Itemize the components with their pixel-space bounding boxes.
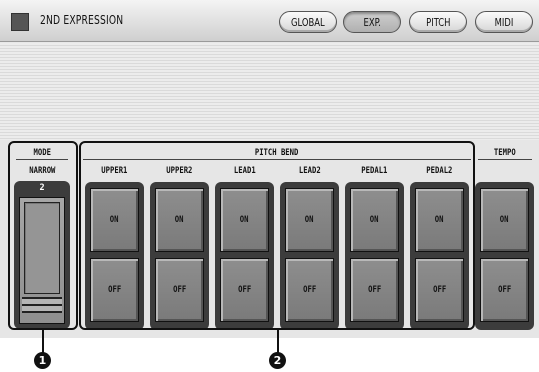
callout-box-mode bbox=[8, 141, 78, 330]
tab-global[interactable]: GLOBAL bbox=[279, 11, 337, 33]
page-icon bbox=[11, 13, 29, 31]
tempo-on-button[interactable]: ON bbox=[480, 188, 529, 252]
tab-exp[interactable]: EXP. bbox=[343, 11, 401, 33]
page-title: 2ND EXPRESSION bbox=[40, 13, 124, 27]
info-area bbox=[0, 43, 539, 140]
callout-leader-2 bbox=[277, 330, 279, 354]
title-bar: 2ND EXPRESSION GLOBAL EXP. PITCH MIDI bbox=[0, 0, 539, 42]
callout-box-pitch-bend bbox=[79, 141, 475, 330]
tempo-header: TEMPO bbox=[478, 147, 532, 160]
tab-pitch[interactable]: PITCH bbox=[409, 11, 467, 33]
callout-number-2: 2 bbox=[269, 352, 286, 369]
tempo-column: ON OFF bbox=[475, 182, 534, 330]
callout-leader-1 bbox=[42, 330, 44, 354]
tab-midi[interactable]: MIDI bbox=[475, 11, 533, 33]
tempo-off-button[interactable]: OFF bbox=[480, 258, 529, 322]
callout-number-1: 1 bbox=[34, 352, 51, 369]
